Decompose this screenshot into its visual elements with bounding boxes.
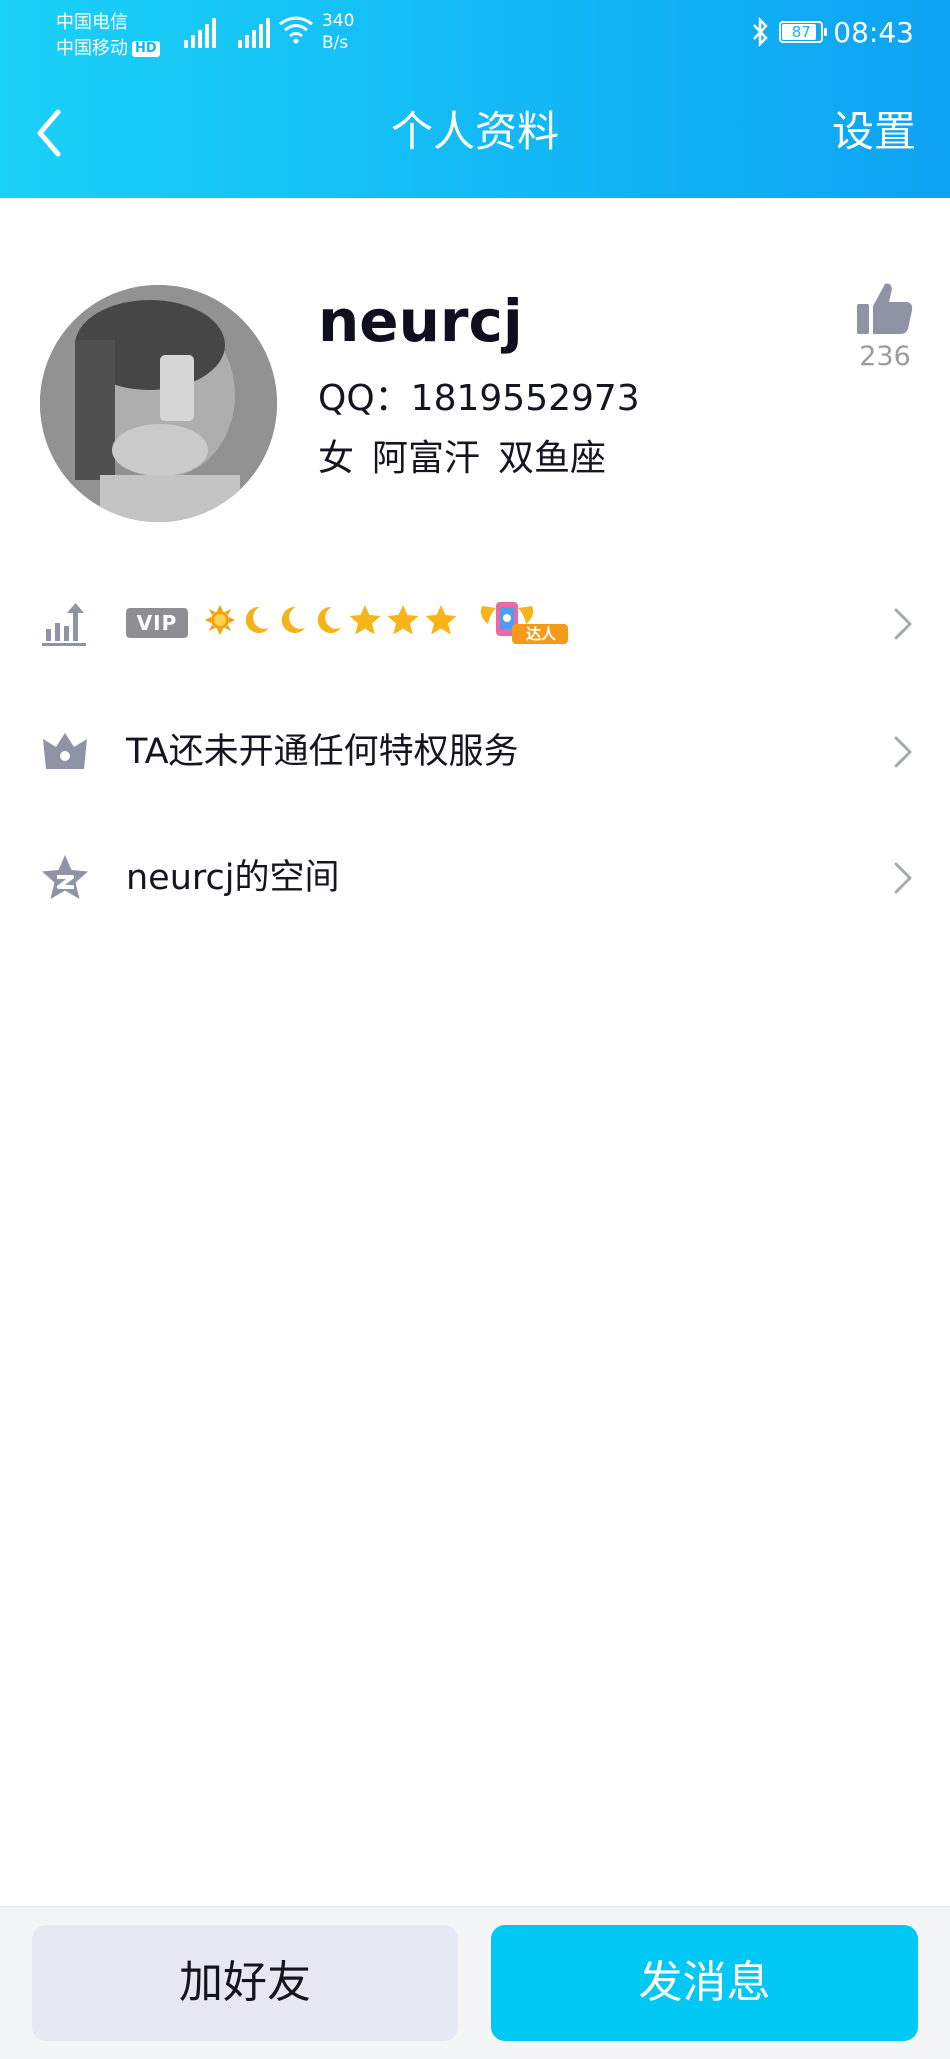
chevron-right-icon <box>894 736 912 768</box>
space-label: neurcj的空间 <box>126 858 340 898</box>
battery-level: 87 <box>791 23 811 41</box>
qzone-star-icon <box>42 855 88 899</box>
net-speed-unit: B/s <box>322 33 349 53</box>
like-count: 236 <box>859 341 911 372</box>
carrier-2: 中国移动 <box>56 38 128 59</box>
star-icon <box>349 605 381 635</box>
star-icon <box>425 605 457 635</box>
bluetooth-icon <box>753 17 769 47</box>
signal-2-icon <box>238 18 272 48</box>
like-button[interactable]: 236 <box>850 280 920 374</box>
space-row[interactable]: neurcj的空间 <box>0 828 950 928</box>
signal-1-icon <box>184 18 218 48</box>
net-speed-value: 340 <box>322 11 355 31</box>
qq-level-icons <box>204 604 458 636</box>
location: 阿富汗 <box>372 438 481 479</box>
moon-icon <box>317 606 341 633</box>
settings-button[interactable]: 设置 <box>832 104 916 160</box>
add-friend-button[interactable]: 加好友 <box>32 1925 458 2041</box>
gender: 女 <box>318 438 355 479</box>
moon-icon <box>245 606 269 633</box>
hd-badge: HD <box>132 41 160 57</box>
vip-badge: VIP <box>126 608 188 638</box>
sun-icon <box>205 605 235 635</box>
chevron-right-icon <box>894 862 912 894</box>
thumbs-up-icon <box>857 283 913 334</box>
battery-icon: 87 <box>779 21 828 43</box>
privilege-label: TA还未开通任何特权服务 <box>126 732 519 772</box>
nickname: neurcj <box>318 287 523 355</box>
avatar-photo <box>40 285 277 522</box>
talent-badge: 达人 <box>476 598 572 646</box>
carrier-info: 中国电信 中国移动 HD <box>56 10 160 62</box>
chevron-right-icon <box>894 608 912 640</box>
privilege-row[interactable]: TA还未开通任何特权服务 <box>0 702 950 802</box>
moon-icon <box>281 606 305 633</box>
avatar[interactable] <box>40 285 277 522</box>
clock: 08:43 <box>833 15 914 49</box>
send-message-button[interactable]: 发消息 <box>491 1925 918 2041</box>
page-title: 个人资料 <box>390 107 559 156</box>
crown-icon <box>43 733 87 769</box>
qq-number: QQ：1819552973 <box>318 378 640 419</box>
status-right: 87 08:43 <box>751 14 914 50</box>
top-header: 中国电信 中国移动 HD 340 B/s 87 08:43 个人资料 设置 <box>0 0 950 198</box>
carrier-1: 中国电信 <box>56 12 128 33</box>
level-row[interactable]: VIP 达人 <box>0 574 950 674</box>
wifi-icon <box>279 16 313 44</box>
profile-info: 女 阿富汗 双鱼座 <box>318 435 606 483</box>
bottom-action-bar: 加好友 发消息 <box>0 1906 950 2059</box>
net-speed: 340 B/s <box>322 10 354 54</box>
star-icon <box>387 605 419 635</box>
carrier-2-row: 中国移动 HD <box>56 36 160 62</box>
level-chart-icon <box>42 603 86 646</box>
talent-label: 达人 <box>525 625 556 643</box>
zodiac: 双鱼座 <box>498 438 607 479</box>
